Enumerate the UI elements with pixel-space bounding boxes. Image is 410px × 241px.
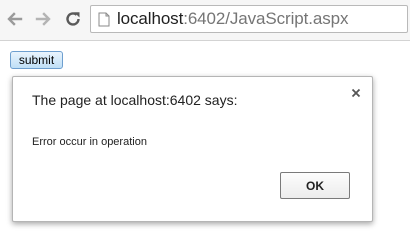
browser-toolbar: localhost:6402/JavaScript.aspx xyxy=(0,0,410,41)
reload-icon xyxy=(66,12,80,26)
submit-button[interactable]: submit xyxy=(10,51,63,69)
back-button[interactable] xyxy=(4,8,26,30)
page-icon xyxy=(97,11,111,27)
url-text: localhost:6402/JavaScript.aspx xyxy=(117,9,348,29)
ok-button[interactable]: OK xyxy=(280,172,350,199)
forward-button[interactable] xyxy=(32,8,54,30)
close-icon[interactable] xyxy=(349,86,363,100)
url-host: localhost xyxy=(117,9,184,28)
reload-button[interactable] xyxy=(62,8,84,30)
url-path: :6402/JavaScript.aspx xyxy=(183,9,349,28)
alert-dialog: The page at localhost:6402 says: Error o… xyxy=(12,76,373,222)
dialog-title: The page at localhost:6402 says: xyxy=(32,92,238,108)
dialog-message: Error occur in operation xyxy=(32,136,147,148)
forward-arrow-icon xyxy=(35,12,51,26)
browser-window: localhost:6402/JavaScript.aspx submit Th… xyxy=(0,0,410,241)
back-arrow-icon xyxy=(7,12,23,26)
address-bar[interactable]: localhost:6402/JavaScript.aspx xyxy=(90,5,408,33)
